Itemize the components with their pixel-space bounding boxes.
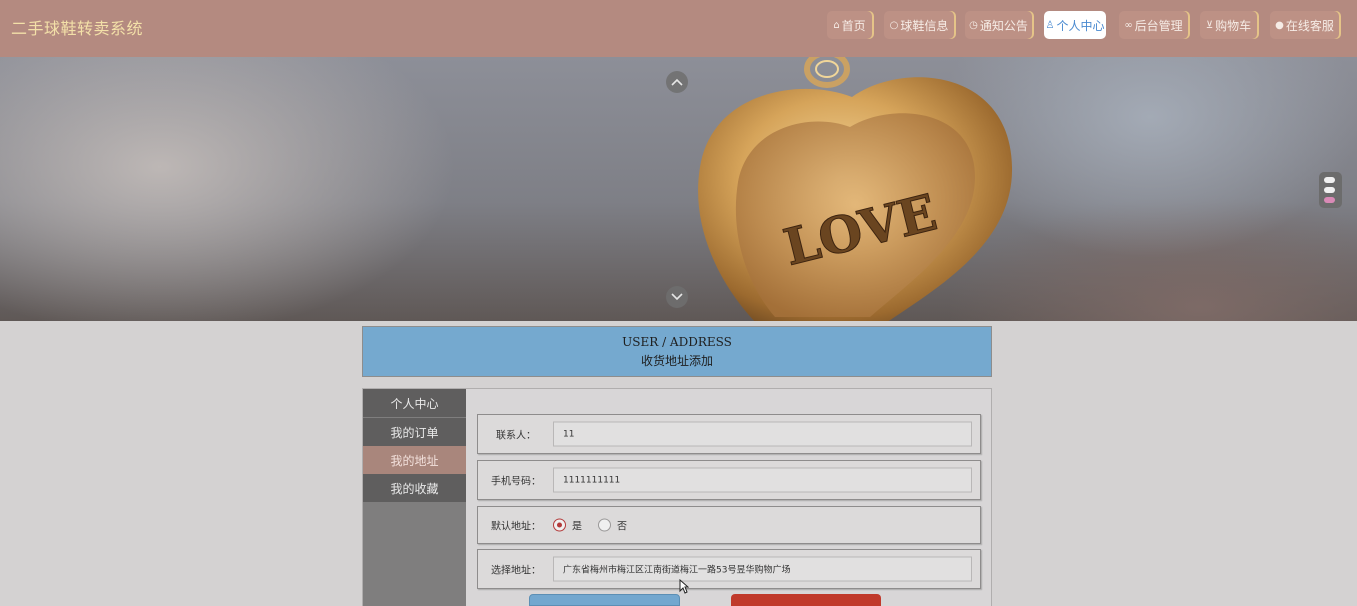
- carousel-next-button[interactable]: [666, 286, 688, 308]
- phone-label: 手机号码：: [491, 476, 541, 488]
- link-icon: ∞: [1124, 19, 1133, 31]
- indicator-dot[interactable]: [1324, 187, 1335, 193]
- default-no-radio[interactable]: [598, 518, 611, 532]
- nav-notices-label: 通知公告: [979, 18, 1028, 33]
- phone-input[interactable]: 1111111111: [553, 467, 972, 493]
- default-address-row: 默认地址： 是 否: [477, 506, 981, 544]
- chat-icon: ○: [889, 19, 899, 31]
- contact-label: 联系人：: [496, 430, 536, 442]
- menu-item-my-orders[interactable]: 我的订单: [363, 418, 466, 446]
- default-yes-label[interactable]: 是: [572, 518, 582, 533]
- address-row: 选择地址： 广东省梅州市梅江区江南街道梅江一路53号昱华购物广场: [477, 549, 981, 589]
- nav-home[interactable]: ⌂ 首页: [827, 11, 872, 39]
- nav-cart[interactable]: ⊻ 购物车: [1200, 11, 1257, 39]
- nav-notices[interactable]: ◷ 通知公告: [965, 11, 1032, 39]
- indicator-dot[interactable]: [1324, 177, 1335, 183]
- chevron-up-icon: [671, 78, 683, 86]
- submit-button[interactable]: [529, 594, 680, 606]
- chevron-down-icon: [671, 293, 683, 301]
- banner-carousel[interactable]: LOVE: [0, 57, 1357, 321]
- nav-sneaker-info-label: 球鞋信息: [900, 18, 949, 33]
- cart-icon: ⊻: [1205, 19, 1214, 31]
- menu-item-personal-center[interactable]: 个人中心: [363, 389, 466, 417]
- page-title-en: USER / ADDRESS: [622, 335, 732, 349]
- address-select[interactable]: 广东省梅州市梅江区江南街道梅江一路53号昱华购物广场: [553, 556, 972, 582]
- clock-icon: ◷: [969, 19, 978, 31]
- default-no-label[interactable]: 否: [617, 518, 627, 533]
- nav-personal-center[interactable]: ♙ 个人中心: [1044, 11, 1106, 39]
- carousel-indicator-panel[interactable]: [1319, 172, 1342, 208]
- default-address-label: 默认地址：: [491, 521, 541, 533]
- nav-sneaker-info[interactable]: ○ 球鞋信息: [884, 11, 954, 39]
- address-label: 选择地址：: [491, 565, 541, 577]
- top-header: 二手球鞋转卖系统 ⌂ 首页 ○ 球鞋信息 ◷ 通知公告 ♙ 个人中心 ∞ 后台管理 ⊻ 购物…: [0, 0, 1357, 57]
- support-icon: ●: [1275, 19, 1284, 31]
- carousel-prev-button[interactable]: [666, 71, 688, 93]
- nav-online-support-label: 在线客服: [1285, 18, 1334, 33]
- user-side-menu: 个人中心 我的订单 我的地址 我的收藏: [363, 389, 466, 606]
- phone-row: 手机号码： 1111111111: [477, 460, 981, 500]
- default-yes-radio[interactable]: [553, 518, 566, 532]
- indicator-dot-active[interactable]: [1324, 197, 1335, 203]
- nav-home-label: 首页: [841, 18, 866, 33]
- contact-input[interactable]: 11: [553, 421, 972, 447]
- page-title-zh: 收货地址添加: [640, 354, 713, 368]
- nav-admin-label: 后台管理: [1134, 18, 1183, 33]
- page-title-box: USER / ADDRESS 收货地址添加: [362, 326, 992, 377]
- user-icon: ♙: [1045, 19, 1055, 31]
- contact-row: 联系人： 11: [477, 414, 981, 454]
- nav-cart-label: 购物车: [1215, 18, 1252, 33]
- nav-admin[interactable]: ∞ 后台管理: [1119, 11, 1188, 39]
- reset-button[interactable]: [731, 594, 881, 606]
- content-panel: 个人中心 我的订单 我的地址 我的收藏 联系人： 11 手机号码： 111111…: [362, 388, 992, 606]
- mouse-cursor-icon: [679, 579, 689, 594]
- home-icon: ⌂: [833, 19, 840, 31]
- app-title: 二手球鞋转卖系统: [11, 19, 144, 38]
- menu-item-my-address[interactable]: 我的地址: [363, 446, 466, 474]
- heart-pendant-image: LOVE: [698, 57, 1013, 321]
- nav-online-support[interactable]: ● 在线客服: [1270, 11, 1339, 39]
- nav-personal-center-label: 个人中心: [1056, 18, 1105, 33]
- menu-item-my-favorites[interactable]: 我的收藏: [363, 474, 466, 502]
